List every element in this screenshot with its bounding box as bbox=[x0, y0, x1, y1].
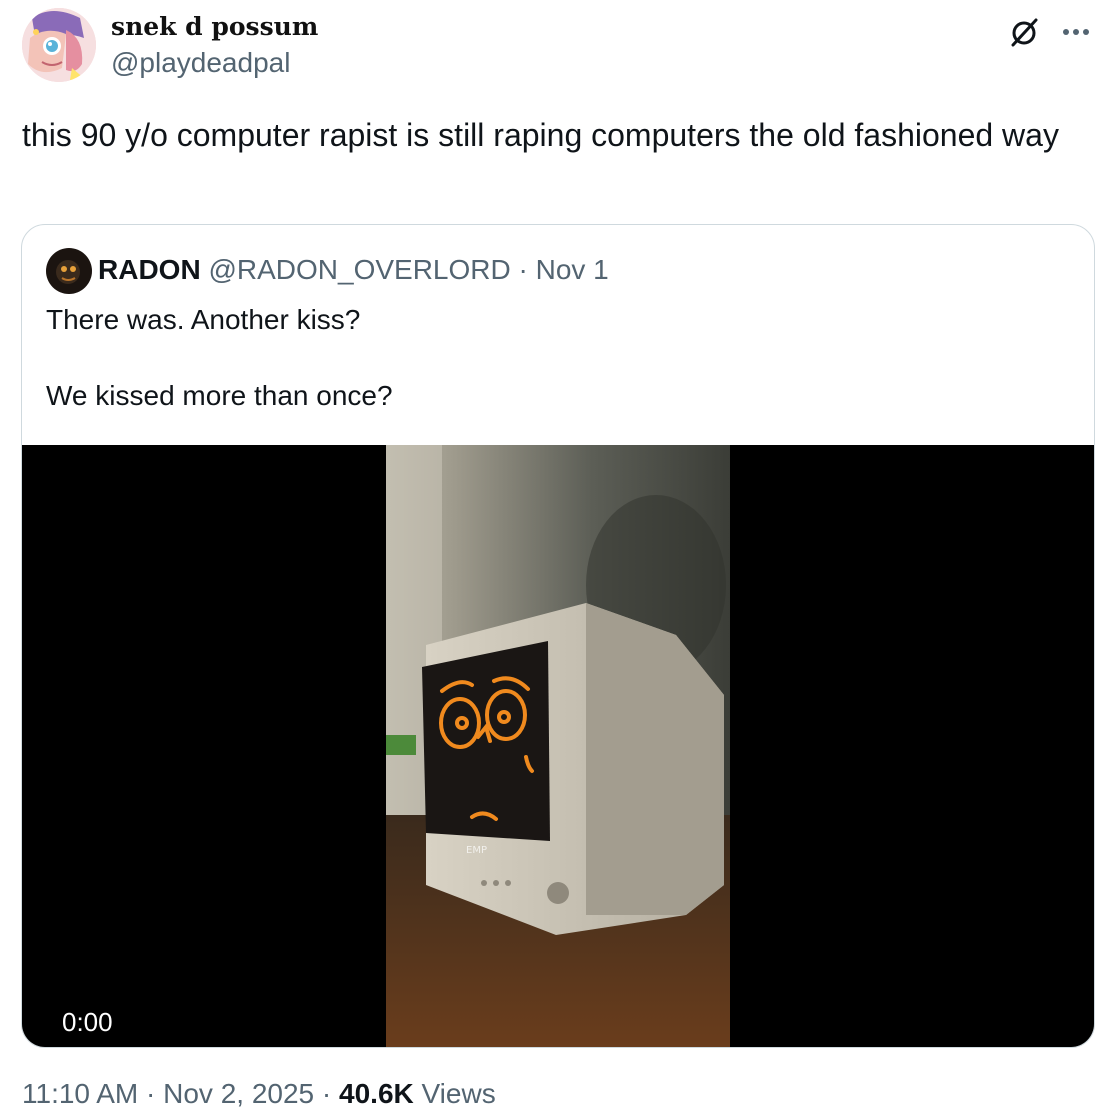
separator-dot: · bbox=[518, 254, 528, 285]
quoted-text-line: There was. Another kiss? bbox=[46, 304, 361, 335]
separator-dot: · bbox=[146, 1078, 156, 1109]
slashed-circle-icon[interactable] bbox=[1006, 14, 1042, 50]
video-player[interactable]: EMP 0:00 bbox=[22, 445, 1094, 1047]
quoted-tweet-header: RADON @RADON_OVERLORD · Nov 1 bbox=[98, 252, 609, 288]
tweet-metadata: 11:10 AM · Nov 2, 2025 · 40.6K Views bbox=[22, 1078, 496, 1110]
views-count[interactable]: 40.6K bbox=[339, 1078, 414, 1109]
quoted-author-avatar[interactable] bbox=[46, 248, 92, 294]
video-thumbnail: EMP bbox=[386, 445, 730, 1047]
quoted-tweet-card[interactable]: RADON @RADON_OVERLORD · Nov 1 There was.… bbox=[21, 224, 1095, 1048]
quoted-author-handle[interactable]: @RADON_OVERLORD bbox=[208, 254, 510, 285]
video-timecode: 0:00 bbox=[62, 1007, 113, 1037]
quoted-text-line: We kissed more than once? bbox=[46, 380, 393, 411]
tweet-date[interactable]: Nov 2, 2025 bbox=[163, 1078, 314, 1109]
separator-dot: · bbox=[321, 1078, 332, 1109]
tweet-text: this 90 y/o computer rapist is still rap… bbox=[22, 117, 1059, 153]
quoted-tweet-date[interactable]: Nov 1 bbox=[536, 254, 609, 285]
quoted-author-name[interactable]: RADON bbox=[98, 254, 201, 285]
author-avatar[interactable] bbox=[22, 8, 96, 82]
author-avatar-image bbox=[22, 8, 96, 82]
author-handle[interactable]: @playdeadpal bbox=[111, 47, 290, 79]
crt-brand-label: EMP bbox=[466, 845, 487, 856]
views-label: Views bbox=[421, 1078, 496, 1109]
author-display-name[interactable]: snek d possum bbox=[111, 12, 318, 41]
tweet-time[interactable]: 11:10 AM bbox=[22, 1078, 138, 1109]
quoted-tweet-text: There was. Another kiss? We kissed more … bbox=[46, 301, 393, 415]
more-icon[interactable] bbox=[1058, 14, 1094, 50]
